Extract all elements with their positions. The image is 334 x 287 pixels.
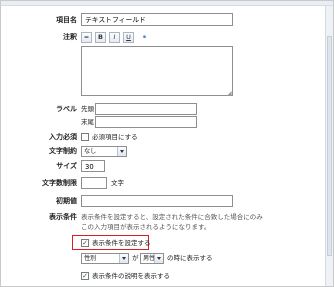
- char-count-unit: 文字: [111, 179, 124, 187]
- item-name-input[interactable]: テキストフィールド: [81, 13, 233, 26]
- required-label: 入力必須: [49, 133, 77, 141]
- display-condition-description-1: 表示条件を設定すると、設定された条件に合致した場合にのみ: [81, 213, 263, 221]
- item-name-label: 項目名: [56, 16, 77, 24]
- display-condition-description-2: この入力項目が表示されるようになります。: [81, 223, 211, 231]
- italic-button[interactable]: I: [109, 32, 120, 43]
- char-limit-select[interactable]: なし: [81, 146, 127, 157]
- note-label: 注釈: [63, 33, 77, 41]
- label-label: ラベル: [56, 105, 77, 113]
- link-icon[interactable]: ⚭: [139, 32, 150, 43]
- display-condition-label: 表示条件: [49, 213, 77, 221]
- condition-connector: が: [132, 254, 139, 262]
- char-count-limit-input[interactable]: [81, 177, 107, 189]
- note-textarea[interactable]: [81, 46, 233, 96]
- underline-button[interactable]: U: [123, 32, 134, 43]
- vertical-scrollbar[interactable]: [325, 6, 333, 286]
- set-condition-checkbox[interactable]: ✓: [81, 239, 89, 247]
- set-condition-checkbox-label: 表示条件を設定する: [92, 239, 151, 247]
- scrollbar-thumb[interactable]: [327, 36, 332, 256]
- chevron-down-icon: [154, 254, 163, 263]
- chevron-down-icon: [119, 254, 128, 263]
- condition-suffix: の時に表示する: [167, 254, 213, 262]
- resize-handle-icon[interactable]: ◢: [227, 90, 232, 97]
- suffix-input[interactable]: [95, 116, 197, 128]
- char-limit-label: 文字制約: [49, 147, 77, 155]
- prefix-label: 先頭: [81, 105, 94, 113]
- size-label: サイズ: [56, 162, 77, 170]
- condition-value-select[interactable]: 男性: [140, 253, 164, 264]
- bold-button[interactable]: B: [95, 32, 106, 43]
- initial-value-label: 初期値: [56, 197, 77, 205]
- panel-top-bar: [1, 1, 333, 6]
- prefix-input[interactable]: [95, 103, 197, 115]
- condition-field-select[interactable]: 性別: [81, 253, 129, 264]
- chevron-down-icon: [117, 147, 126, 156]
- suffix-label: 末尾: [81, 118, 94, 126]
- show-description-checkbox[interactable]: ✓: [81, 272, 89, 280]
- show-description-checkbox-label: 表示条件の説明を表示する: [92, 272, 170, 280]
- condition-field-selected: 性別: [84, 255, 97, 262]
- required-checkbox-label: 必須項目にする: [92, 133, 138, 141]
- char-count-limit-label: 文字数制限: [42, 179, 77, 187]
- initial-value-input[interactable]: [81, 195, 233, 207]
- required-checkbox[interactable]: [81, 133, 89, 141]
- form-panel: 項目名 テキストフィールド 注釈 ═ B I U ⚭ ◢ ラベル 先頭 末尾 入…: [0, 0, 334, 287]
- size-input[interactable]: 30: [81, 160, 105, 172]
- char-limit-selected: なし: [84, 148, 97, 155]
- horizontal-rule-icon[interactable]: ═: [81, 32, 92, 43]
